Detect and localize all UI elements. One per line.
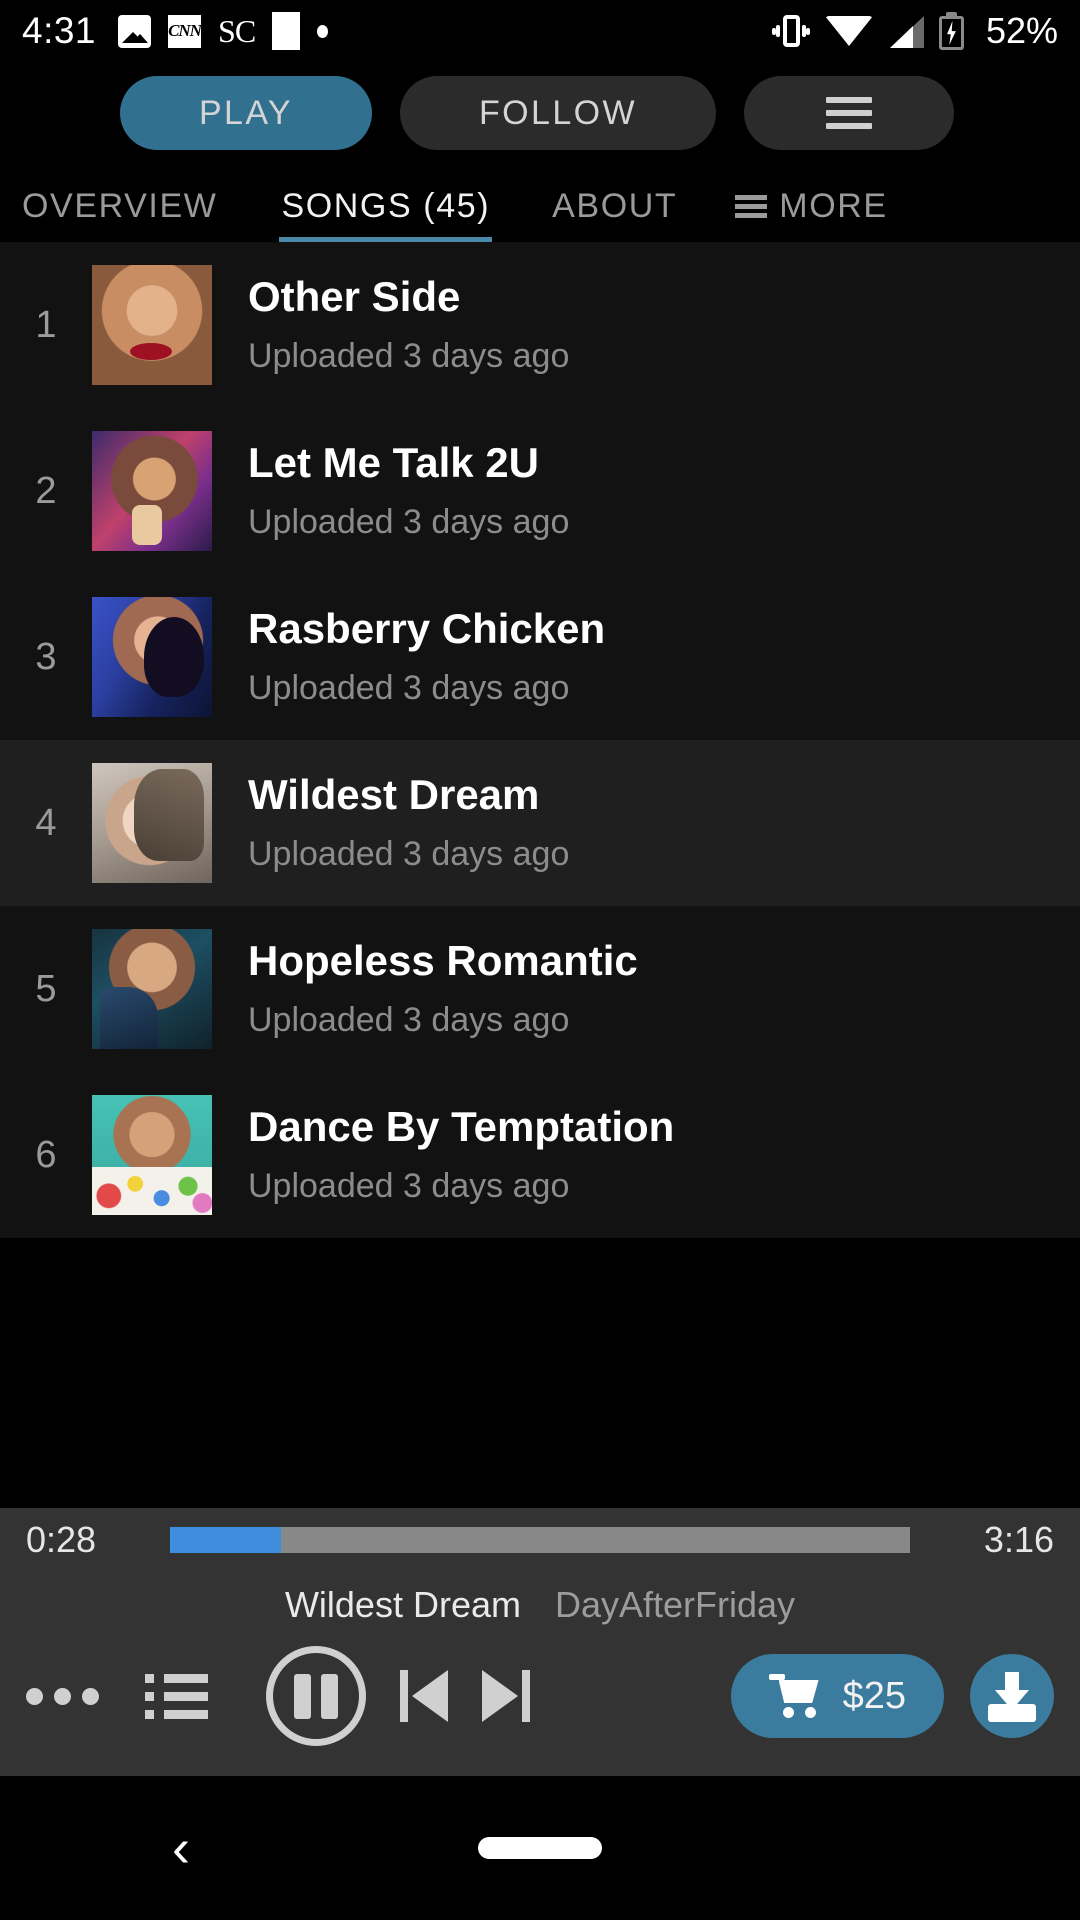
- song-title: Rasberry Chicken: [248, 605, 606, 653]
- status-time: 4:31: [22, 10, 97, 51]
- skip-next-icon[interactable]: [482, 1670, 530, 1722]
- album-art: [92, 763, 212, 883]
- back-chevron-icon[interactable]: ‹: [172, 1821, 190, 1875]
- status-notification-icons: CNN SC: [118, 12, 329, 50]
- now-playing-artist: DayAfterFriday: [554, 1584, 796, 1625]
- song-list: 1 Other Side Uploaded 3 days ago 2 Let M…: [0, 242, 1080, 1238]
- table-row[interactable]: 2 Let Me Talk 2U Uploaded 3 days ago: [0, 408, 1080, 574]
- tab-bar: OVERVIEW SONGS (45) ABOUT MORE: [0, 150, 1080, 242]
- table-row[interactable]: 3 Rasberry Chicken Uploaded 3 days ago: [0, 574, 1080, 740]
- wifi-icon: [824, 16, 873, 46]
- now-playing-title: Wildest Dream: [284, 1584, 521, 1625]
- table-row[interactable]: 5 Hopeless Romantic Uploaded 3 days ago: [0, 906, 1080, 1072]
- album-art: [92, 929, 212, 1049]
- song-meta: Dance By Temptation Uploaded 3 days ago: [248, 1104, 674, 1205]
- song-meta: Hopeless Romantic Uploaded 3 days ago: [248, 938, 638, 1039]
- follow-button[interactable]: FOLLOW: [400, 76, 716, 150]
- song-subtitle: Uploaded 3 days ago: [248, 834, 570, 873]
- download-button[interactable]: [970, 1654, 1054, 1738]
- gallery-icon: [118, 14, 152, 48]
- album-art: [92, 597, 212, 717]
- duration-label: 3:16: [983, 1519, 1054, 1560]
- action-bar: PLAY FOLLOW: [0, 62, 1080, 150]
- tab-songs[interactable]: SONGS (45): [279, 187, 493, 242]
- app-icon: [272, 12, 301, 50]
- controls-transport: [266, 1646, 530, 1746]
- song-index: 4: [35, 801, 57, 844]
- controls-left: [26, 1673, 208, 1719]
- buy-button[interactable]: $25: [730, 1654, 944, 1738]
- status-bar: 4:31 CNN SC 52%: [0, 0, 1080, 62]
- cart-icon: [768, 1674, 821, 1718]
- tab-overview[interactable]: OVERVIEW: [22, 187, 217, 242]
- song-index: 2: [35, 469, 57, 512]
- table-row[interactable]: 4 Wildest Dream Uploaded 3 days ago: [0, 740, 1080, 906]
- song-subtitle: Uploaded 3 days ago: [248, 1166, 570, 1205]
- sc-icon: SC: [218, 13, 256, 49]
- song-meta: Other Side Uploaded 3 days ago: [248, 274, 569, 375]
- app-screen: 4:31 CNN SC 52% PLAY FOLLOW OVERVIEW SON…: [0, 0, 1080, 1920]
- play-button[interactable]: PLAY: [120, 76, 372, 150]
- song-index: 3: [35, 635, 57, 678]
- dot-icon: [317, 24, 329, 38]
- song-meta: Rasberry Chicken Uploaded 3 days ago: [248, 606, 605, 707]
- tab-more-label: MORE: [779, 187, 888, 225]
- tab-about-label: ABOUT: [552, 187, 678, 225]
- table-row[interactable]: 6 Dance By Temptation Uploaded 3 days ag…: [0, 1072, 1080, 1238]
- home-pill-icon[interactable]: [478, 1837, 602, 1859]
- vibrate-icon: [771, 12, 810, 50]
- tab-overview-label: OVERVIEW: [22, 187, 218, 225]
- album-art: [92, 1095, 212, 1215]
- status-system-icons: 52%: [771, 10, 1058, 52]
- skip-previous-icon[interactable]: [400, 1670, 448, 1722]
- song-subtitle: Uploaded 3 days ago: [248, 668, 570, 707]
- buy-price-label: $25: [842, 1674, 906, 1717]
- cnn-icon: CNN: [168, 14, 202, 48]
- signal-icon: [888, 14, 924, 48]
- now-playing-info[interactable]: Wildest Dream DayAfterFriday: [0, 1572, 1080, 1636]
- song-index: 5: [35, 967, 57, 1010]
- seek-slider[interactable]: [170, 1527, 910, 1553]
- song-meta: Let Me Talk 2U Uploaded 3 days ago: [248, 440, 569, 541]
- battery-charging-icon: [938, 12, 964, 50]
- table-row[interactable]: 1 Other Side Uploaded 3 days ago: [0, 242, 1080, 408]
- pause-icon[interactable]: [266, 1646, 366, 1746]
- player-bar: 0:28 3:16 Wildest Dream DayAfterFriday $…: [0, 1508, 1080, 1776]
- player-controls: $25: [0, 1636, 1080, 1776]
- song-subtitle: Uploaded 3 days ago: [248, 336, 570, 375]
- tab-about[interactable]: ABOUT: [552, 187, 677, 242]
- progress-fill: [170, 1527, 281, 1553]
- more-dots-icon[interactable]: [26, 1687, 99, 1705]
- song-meta: Wildest Dream Uploaded 3 days ago: [248, 772, 569, 873]
- song-index: 6: [35, 1133, 57, 1176]
- song-title: Dance By Temptation: [248, 1103, 675, 1151]
- hamburger-icon: [826, 97, 872, 129]
- song-title: Let Me Talk 2U: [248, 439, 539, 487]
- album-art: [92, 431, 212, 551]
- song-title: Other Side: [248, 273, 461, 321]
- queue-list-icon[interactable]: [145, 1673, 208, 1719]
- song-subtitle: Uploaded 3 days ago: [248, 1000, 570, 1039]
- system-nav-bar: ‹: [0, 1776, 1080, 1920]
- battery-percent-label: 52%: [985, 10, 1058, 51]
- song-subtitle: Uploaded 3 days ago: [248, 502, 570, 541]
- song-title: Wildest Dream: [248, 771, 540, 819]
- overflow-menu-button[interactable]: [744, 76, 954, 150]
- song-index: 1: [35, 303, 57, 346]
- current-time-label: 0:28: [26, 1519, 97, 1560]
- tab-songs-label: SONGS (45): [281, 187, 491, 225]
- progress-row: 0:28 3:16: [0, 1508, 1080, 1572]
- album-art: [92, 265, 212, 385]
- song-title: Hopeless Romantic: [248, 937, 638, 985]
- controls-right: $25: [730, 1654, 1054, 1738]
- tab-more[interactable]: MORE: [735, 187, 887, 242]
- hamburger-icon: [735, 195, 768, 218]
